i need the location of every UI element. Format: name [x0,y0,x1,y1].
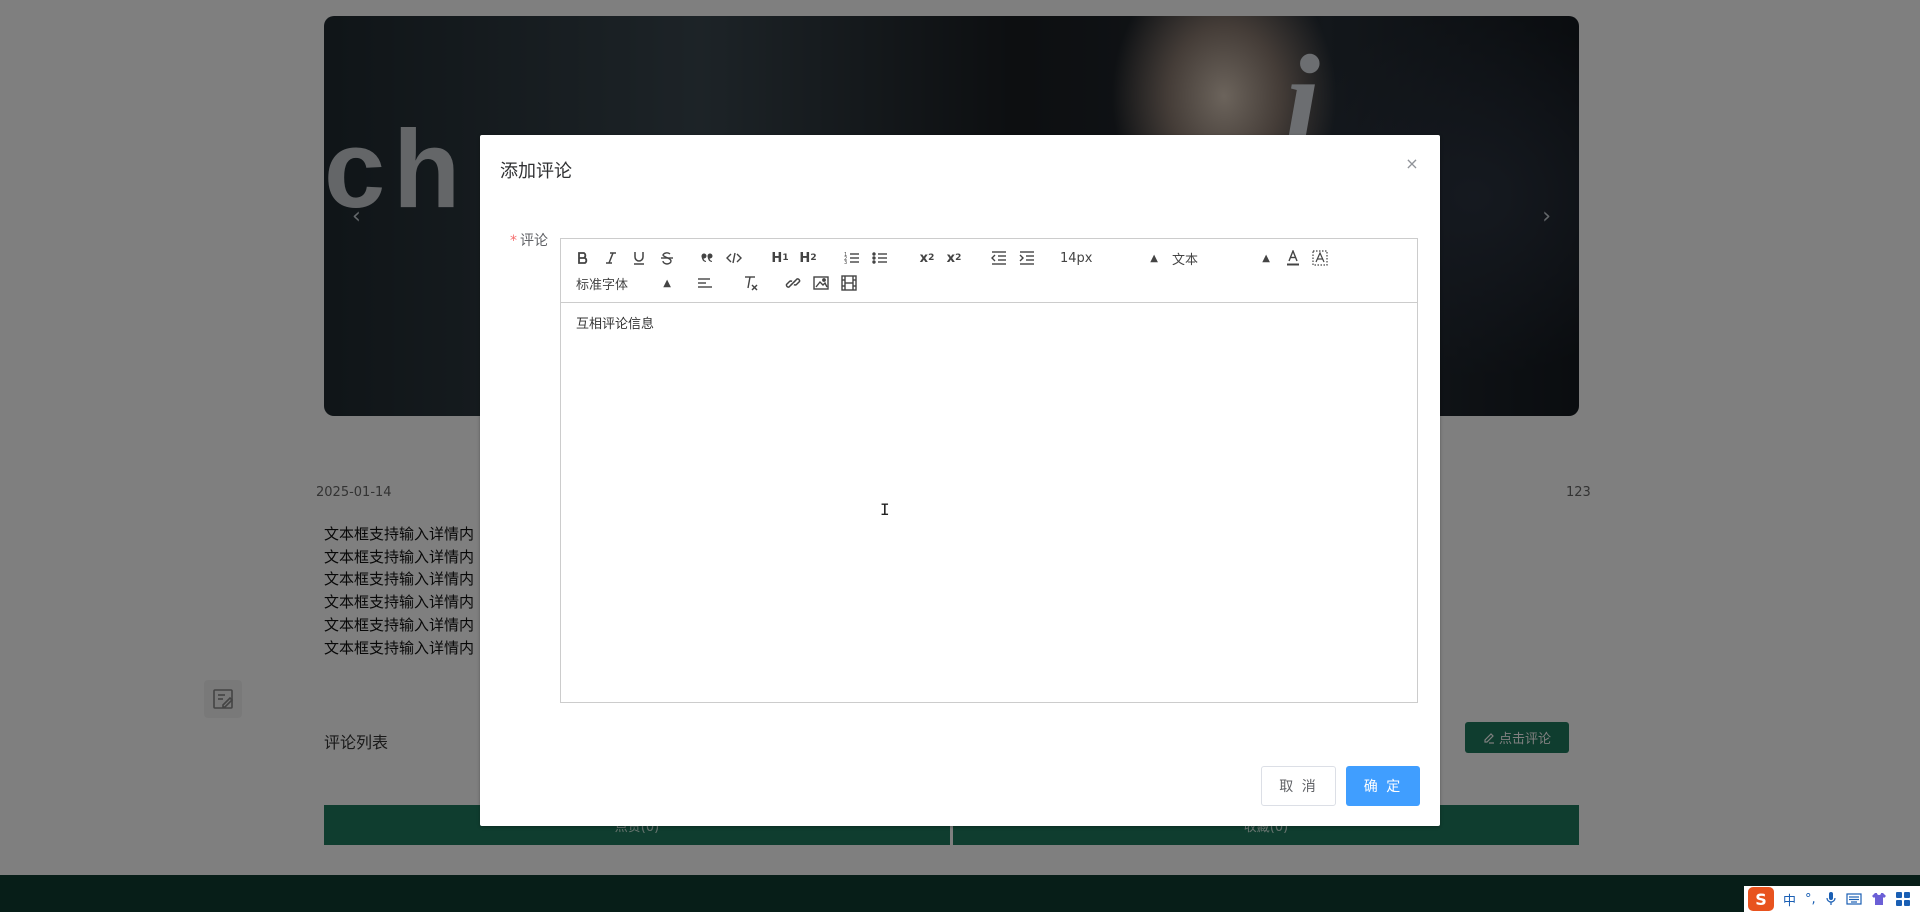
ordered-list-icon[interactable]: 123 [842,248,862,268]
header-picker[interactable]: 文本 ▲ [1172,248,1270,268]
keyboard-icon[interactable] [1846,893,1862,905]
sogou-logo-icon[interactable]: S [1748,887,1774,911]
outdent-icon[interactable] [989,248,1009,268]
link-icon[interactable] [783,273,803,293]
strikethrough-icon[interactable] [657,248,677,268]
dialog-title: 添加评论 [500,161,572,182]
picker-caret-icon: ▲ [1262,252,1270,264]
subscript-icon[interactable]: x2 [916,248,938,268]
editor-toolbar: H1 H2 123 x2 x2 14px ▲ 文本 ▲ 标准字体 ▲ [561,239,1417,303]
cancel-button[interactable]: 取 消 [1261,766,1336,806]
underline-icon[interactable] [629,248,649,268]
comment-form-label: * 评论 [510,230,548,250]
grid-icon[interactable] [1895,892,1910,906]
ime-lang-toggle[interactable]: 中 [1783,890,1796,909]
required-mark: * [510,233,517,249]
editor-text: 互相评论信息 [576,317,655,332]
rich-text-editor: H1 H2 123 x2 x2 14px ▲ 文本 ▲ 标准字体 ▲ 互相评论信… [560,238,1418,703]
bold-icon[interactable] [573,248,593,268]
blockquote-icon[interactable] [697,248,717,268]
indent-icon[interactable] [1017,248,1037,268]
comment-label-text: 评论 [520,233,548,249]
svg-text:3: 3 [844,260,847,265]
confirm-button[interactable]: 确 定 [1346,766,1420,806]
size-picker[interactable]: 14px ▲ [1060,248,1158,268]
bullet-list-icon[interactable] [870,248,890,268]
editor-content[interactable]: 互相评论信息 [561,303,1417,342]
ime-toolbar: S 中 °, [1744,886,1920,912]
superscript-icon[interactable]: x2 [943,248,965,268]
skin-icon[interactable] [1871,892,1887,906]
picker-caret-icon: ▲ [1150,252,1158,264]
image-icon[interactable] [811,273,831,293]
clean-format-icon[interactable] [741,273,761,293]
italic-icon[interactable] [601,248,621,268]
video-icon[interactable] [839,273,859,293]
font-picker-value: 标准字体 [576,277,629,293]
header-picker-value: 文本 [1172,252,1199,268]
picker-caret-icon: ▲ [663,277,671,289]
close-icon[interactable]: × [1402,153,1422,173]
size-picker-value: 14px [1060,250,1093,266]
header-1-icon[interactable]: H1 [769,248,791,268]
align-left-icon[interactable] [695,273,715,293]
header-2-icon[interactable]: H2 [797,248,819,268]
text-cursor-icon: Ι [880,500,890,519]
font-picker[interactable]: 标准字体 ▲ [576,273,671,293]
mic-icon[interactable] [1825,892,1837,906]
code-block-icon[interactable] [724,248,744,268]
add-comment-dialog: 添加评论 × * 评论 H1 H2 1 2 3 x 2 x 2 14px ▲ 文… [480,135,1440,826]
font-color-icon[interactable] [1283,248,1303,268]
ime-punct-toggle[interactable]: °, [1805,892,1816,907]
background-color-icon[interactable] [1310,248,1330,268]
